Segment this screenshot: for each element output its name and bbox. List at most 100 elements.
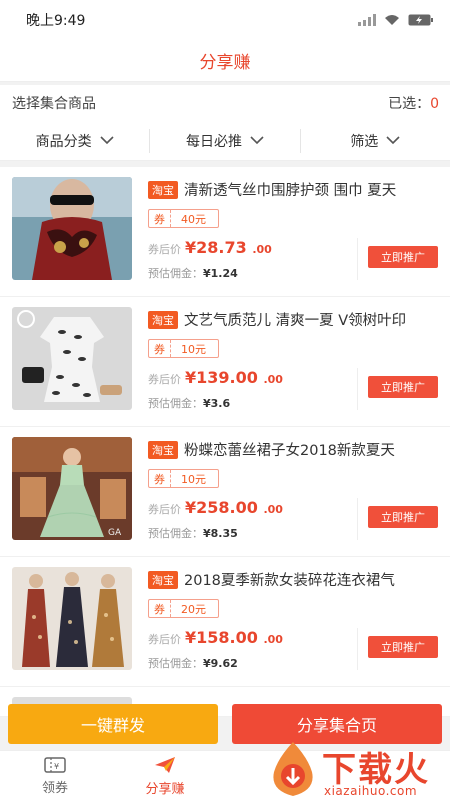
selected-label: 已选： xyxy=(388,96,431,112)
title-line: 淘宝 清新透气丝巾围脖护颈 围巾 夏天 xyxy=(148,179,438,200)
price-decimal: .00 xyxy=(263,503,283,516)
price-label: 券后价 xyxy=(148,633,181,646)
filter-bar: 商品分类 每日必推 筛选 xyxy=(0,121,450,161)
product-image-floral-dress xyxy=(12,567,132,670)
one-click-send-button[interactable]: 一键群发 xyxy=(8,704,218,744)
wifi-icon xyxy=(385,15,399,25)
price: ¥258.00 .00 xyxy=(185,498,283,517)
coupon-badge: 券 40元 xyxy=(148,209,219,228)
coupon-value: 10元 xyxy=(181,342,206,356)
status-bar: 晚上9:49 xyxy=(0,0,450,40)
product-title: 文艺气质范儿 清爽一夏 V领树叶印 xyxy=(184,313,407,329)
filter-daily[interactable]: 每日必推 xyxy=(150,128,301,153)
price-label: 券后价 xyxy=(148,373,181,386)
commission-value: ¥8.35 xyxy=(203,527,238,540)
coupon-badge: 券 20元 xyxy=(148,599,219,618)
selected-count-wrap: 已选：0 xyxy=(388,93,439,113)
coupon-value: 40元 xyxy=(181,212,206,226)
price-decimal: .00 xyxy=(263,633,283,646)
status-icons xyxy=(358,14,434,26)
coupon-label: 券 xyxy=(149,340,171,357)
price: ¥28.73 .00 xyxy=(185,238,272,257)
price-main: ¥139.00 xyxy=(185,368,258,387)
chevron-down-icon xyxy=(100,136,114,145)
watermark-url: xiazaihuo.com xyxy=(324,784,418,798)
product-list: 淘宝 清新透气丝巾围脖护颈 围巾 夏天 券 40元 券后价 ¥28.73 .00… xyxy=(0,167,450,717)
chevron-down-icon xyxy=(250,136,264,145)
coupon-label: 券 xyxy=(149,470,171,487)
product-image-scarf xyxy=(12,177,132,280)
product-item[interactable]: 淘宝 2018夏季新款女装碎花连衣裙气 券 20元 券后价 ¥158.00 .0… xyxy=(0,557,450,687)
coupon-icon: ¥ xyxy=(44,756,66,773)
title-line: 淘宝 文艺气质范儿 清爽一夏 V领树叶印 xyxy=(148,309,438,330)
product-info: 淘宝 2018夏季新款女装碎花连衣裙气 券 20元 券后价 ¥158.00 .0… xyxy=(132,567,438,676)
selected-count: 0 xyxy=(430,96,439,112)
signal-icon xyxy=(358,14,376,26)
filter-label: 筛选 xyxy=(350,133,379,150)
product-info: 淘宝 文艺气质范儿 清爽一夏 V领树叶印 券 10元 券后价 ¥139.00 .… xyxy=(132,307,438,416)
coupon-value: 10元 xyxy=(181,472,206,486)
page-title: 分享赚 xyxy=(199,53,251,73)
selection-label: 选择集合商品 xyxy=(12,96,96,112)
product-title: 清新透气丝巾围脖护颈 围巾 夏天 xyxy=(184,183,397,199)
filter-label: 每日必推 xyxy=(185,133,242,150)
commission-label: 预估佣金： xyxy=(148,397,203,410)
battery-icon xyxy=(408,14,433,26)
coupon-label: 券 xyxy=(149,210,171,227)
promote-button[interactable]: 立即推广 xyxy=(368,376,438,398)
commission-label: 预估佣金： xyxy=(148,527,203,540)
product-item[interactable]: 淘宝 清新透气丝巾围脖护颈 围巾 夏天 券 40元 券后价 ¥28.73 .00… xyxy=(0,167,450,297)
coupon-badge: 券 10元 xyxy=(148,339,219,358)
price: ¥139.00 .00 xyxy=(185,368,283,387)
price-main: ¥28.73 xyxy=(185,238,247,257)
product-title: 粉蝶恋蕾丝裙子女2018新款夏天 xyxy=(184,443,395,459)
coupon-label: 券 xyxy=(149,600,171,617)
commission-value: ¥3.6 xyxy=(203,397,231,410)
commission-label: 预估佣金： xyxy=(148,657,203,670)
tab-label: 分享赚 xyxy=(145,781,185,797)
tab-share-earn[interactable]: 分享赚 xyxy=(110,751,220,800)
chevron-down-icon xyxy=(386,136,400,145)
taobao-tag: 淘宝 xyxy=(148,310,178,329)
price-decimal: .00 xyxy=(263,373,283,386)
product-image-dress-leaf xyxy=(12,307,132,410)
price-decimal: .00 xyxy=(252,243,272,256)
product-item[interactable]: GA 淘宝 粉蝶恋蕾丝裙子女2018新款夏天 券 10元 券后价 ¥258.00… xyxy=(0,427,450,557)
divider xyxy=(357,368,358,410)
filter-screen[interactable]: 筛选 xyxy=(301,129,450,153)
page-header: 分享赚 xyxy=(0,40,450,82)
divider xyxy=(357,498,358,540)
price-main: ¥258.00 xyxy=(185,498,258,517)
product-item[interactable]: 淘宝 文艺气质范儿 清爽一夏 V领树叶印 券 10元 券后价 ¥139.00 .… xyxy=(0,297,450,427)
promote-button[interactable]: 立即推广 xyxy=(368,506,438,528)
product-info: 淘宝 清新透气丝巾围脖护颈 围巾 夏天 券 40元 券后价 ¥28.73 .00… xyxy=(132,177,438,286)
promote-button[interactable]: 立即推广 xyxy=(368,246,438,268)
product-title: 2018夏季新款女装碎花连衣裙气 xyxy=(184,573,395,589)
product-info: 淘宝 粉蝶恋蕾丝裙子女2018新款夏天 券 10元 券后价 ¥258.00 .0… xyxy=(132,437,438,546)
title-line: 淘宝 2018夏季新款女装碎花连衣裙气 xyxy=(148,569,438,590)
status-time: 晚上9:49 xyxy=(26,13,86,29)
promote-button[interactable]: 立即推广 xyxy=(368,636,438,658)
divider xyxy=(357,628,358,670)
commission-value: ¥1.24 xyxy=(203,267,238,280)
selection-bar: 选择集合商品 已选：0 xyxy=(0,85,450,121)
commission-value: ¥9.62 xyxy=(203,657,238,670)
price-main: ¥158.00 xyxy=(185,628,258,647)
tab-coupon[interactable]: ¥ 领券 xyxy=(0,751,110,800)
tab-label: 领券 xyxy=(41,780,68,796)
flame-logo-icon xyxy=(273,742,313,796)
svg-text:¥: ¥ xyxy=(54,762,59,771)
commission-label: 预估佣金： xyxy=(148,267,203,280)
price: ¥158.00 .00 xyxy=(185,628,283,647)
product-image-lace-dress: GA xyxy=(12,437,132,540)
taobao-tag: 淘宝 xyxy=(148,180,178,199)
taobao-tag: 淘宝 xyxy=(148,440,178,459)
taobao-tag: 淘宝 xyxy=(148,570,178,589)
price-label: 券后价 xyxy=(148,503,181,516)
share-collection-button[interactable]: 分享集合页 xyxy=(232,704,442,744)
share-plane-icon xyxy=(155,756,175,773)
filter-label: 商品分类 xyxy=(35,133,92,150)
filter-category[interactable]: 商品分类 xyxy=(0,128,151,153)
title-line: 淘宝 粉蝶恋蕾丝裙子女2018新款夏天 xyxy=(148,439,438,460)
price-label: 券后价 xyxy=(148,243,181,256)
